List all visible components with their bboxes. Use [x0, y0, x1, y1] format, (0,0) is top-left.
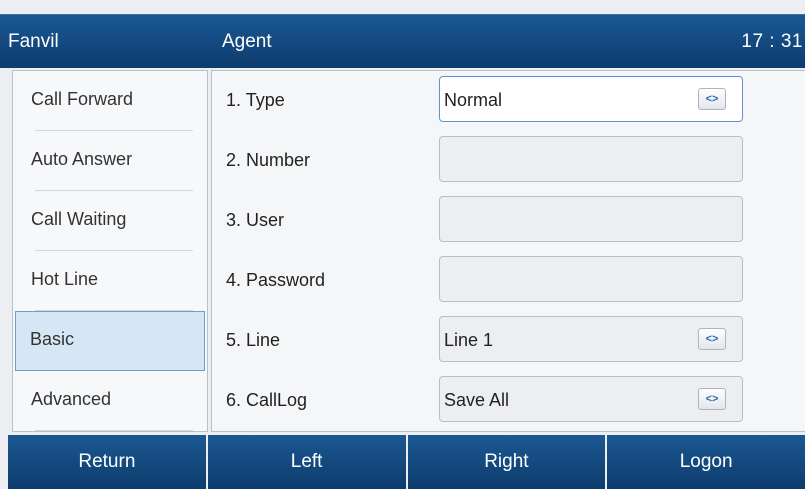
menu-divider — [35, 430, 193, 431]
form-row-password: 4. Password — [212, 251, 805, 311]
form-row-type: 1. Type Normal <> — [212, 71, 805, 131]
user-input[interactable] — [439, 196, 743, 242]
menu-item-hot-line[interactable]: Hot Line — [13, 251, 207, 311]
title-bar: Fanvil Agent 17 : 31 — [0, 14, 805, 68]
logon-button[interactable]: Logon — [607, 435, 805, 489]
phone-screen: Fanvil Agent 17 : 31 Call Forward Auto A… — [0, 0, 805, 489]
password-input[interactable] — [439, 256, 743, 302]
type-label: 1. Type — [226, 90, 285, 110]
line-label: 5. Line — [226, 330, 281, 350]
softkey-bar: Return Left Right Logon — [8, 435, 805, 489]
user-label: 3. User — [226, 210, 285, 230]
menu-item-label: Call Waiting — [31, 209, 127, 229]
agent-settings-form: 1. Type Normal <> 2. Number 3. User 4. P… — [211, 70, 805, 432]
menu-item-label: Basic — [30, 329, 75, 349]
calllog-select[interactable]: Save All <> — [439, 376, 743, 422]
settings-menu: Call Forward Auto Answer Call Waiting Ho… — [12, 70, 208, 432]
brand-name: Fanvil — [8, 31, 59, 52]
right-button[interactable]: Right — [407, 435, 608, 489]
switch-arrows-icon[interactable]: <> — [698, 88, 726, 110]
form-row-user: 3. User — [212, 191, 805, 251]
form-row-number: 2. Number — [212, 131, 805, 191]
menu-item-label: Hot Line — [31, 269, 99, 289]
page-title: Agent — [222, 31, 272, 52]
menu-item-auto-answer[interactable]: Auto Answer — [13, 131, 207, 191]
menu-item-advanced[interactable]: Advanced — [13, 371, 207, 431]
line-value: Line 1 — [444, 330, 494, 350]
form-row-calllog: 6. CallLog Save All <> — [212, 371, 805, 431]
password-label: 4. Password — [226, 270, 326, 290]
line-select[interactable]: Line 1 <> — [439, 316, 743, 362]
menu-item-call-forward[interactable]: Call Forward — [13, 71, 207, 131]
type-select[interactable]: Normal <> — [439, 76, 743, 122]
number-input[interactable] — [439, 136, 743, 182]
switch-arrows-icon[interactable]: <> — [698, 328, 726, 350]
return-button[interactable]: Return — [8, 435, 208, 489]
left-button[interactable]: Left — [207, 435, 408, 489]
form-row-line: 5. Line Line 1 <> — [212, 311, 805, 371]
switch-arrows-icon[interactable]: <> — [698, 388, 726, 410]
type-value: Normal — [444, 90, 503, 110]
calllog-value: Save All — [444, 390, 510, 410]
menu-item-label: Auto Answer — [31, 149, 133, 169]
menu-item-label: Call Forward — [31, 89, 134, 109]
number-label: 2. Number — [226, 150, 311, 170]
menu-item-call-waiting[interactable]: Call Waiting — [13, 191, 207, 251]
calllog-label: 6. CallLog — [226, 390, 308, 410]
menu-item-basic[interactable]: Basic — [15, 311, 205, 371]
clock: 17 : 31 — [741, 31, 803, 52]
menu-item-label: Advanced — [31, 389, 112, 409]
